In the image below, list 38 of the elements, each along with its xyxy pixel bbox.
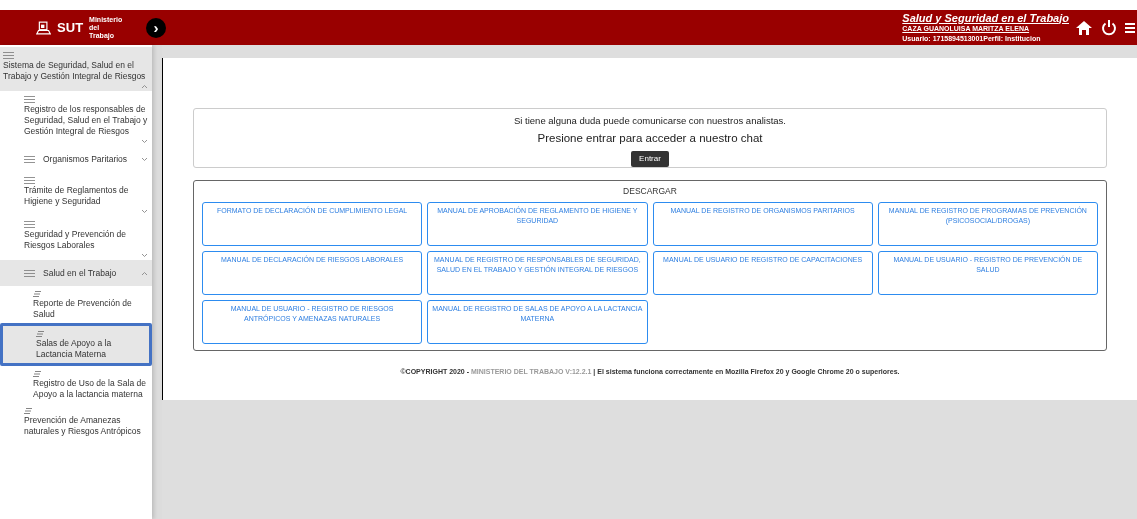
sidebar-item[interactable]: Sistema de Seguridad, Salud en el Trabajo y Gestión Integral de Riesgos	[0, 47, 152, 91]
document-lines-icon	[33, 291, 41, 297]
home-icon[interactable]	[1075, 19, 1093, 36]
sidebar-item[interactable]: Reporte de Prevención de Salud	[0, 286, 152, 323]
document-lines-icon	[33, 371, 41, 377]
sidebar-item[interactable]: Seguridad y Prevención de Riesgos Laborales	[0, 216, 152, 260]
logo-icon	[36, 19, 52, 36]
sidebar-item[interactable]: Organismos Paritarios	[0, 146, 152, 172]
logo-text: SUT	[57, 18, 84, 37]
downloads-title: DESCARGAR	[622, 185, 678, 198]
chevron-up-icon[interactable]	[141, 83, 148, 89]
sidebar-item[interactable]: Salas de Apoyo a la Lactancia Materna	[0, 323, 152, 366]
menu-lines-icon	[24, 221, 35, 228]
menu-lines-icon	[3, 52, 14, 59]
enter-button[interactable]: Entrar	[631, 150, 669, 167]
chat-message: Si tiene alguna duda puede comunicarse con nuestros analistas.	[514, 114, 786, 128]
sidebar-item[interactable]: Salud en el Trabajo	[0, 260, 152, 286]
document-lines-icon	[36, 331, 44, 337]
chevron-down-icon[interactable]	[141, 156, 148, 162]
sidebar-item[interactable]: Registro de Uso de la Sala de Apoyo a la lactancia materna	[0, 366, 152, 403]
chat-prompt: Presione entrar para acceder a nuestro chat	[537, 131, 763, 147]
sidebar-item[interactable]: Trámite de Reglamentos de Higiene y Seguridad	[0, 172, 152, 216]
chevron-down-icon[interactable]	[141, 252, 148, 258]
power-icon[interactable]	[1101, 19, 1117, 36]
chevron-up-icon[interactable]	[141, 270, 148, 276]
menu-lines-icon	[24, 269, 35, 277]
app-title-link[interactable]: Salud y Seguridad en el Trabajo	[902, 11, 1069, 25]
menu-lines-icon	[24, 96, 35, 103]
menu-lines-icon	[24, 155, 35, 163]
chevron-down-icon[interactable]	[141, 138, 148, 144]
sidebar-toggle-button[interactable]: ›	[146, 17, 166, 38]
sidebar-scrollbar[interactable]	[152, 45, 162, 519]
sidebar-item[interactable]: Registro de los responsables de Seguridad, Salud en el Trabajo y Gestión Integral de Riesgos	[0, 91, 152, 146]
sidebar-item[interactable]: Prevención de Amanezas naturales y Riesgos Antrópicos	[0, 403, 152, 440]
menu-lines-icon	[24, 177, 35, 184]
chevron-down-icon[interactable]	[141, 208, 148, 214]
document-lines-icon	[24, 408, 32, 414]
menu-icon[interactable]	[1125, 21, 1135, 34]
